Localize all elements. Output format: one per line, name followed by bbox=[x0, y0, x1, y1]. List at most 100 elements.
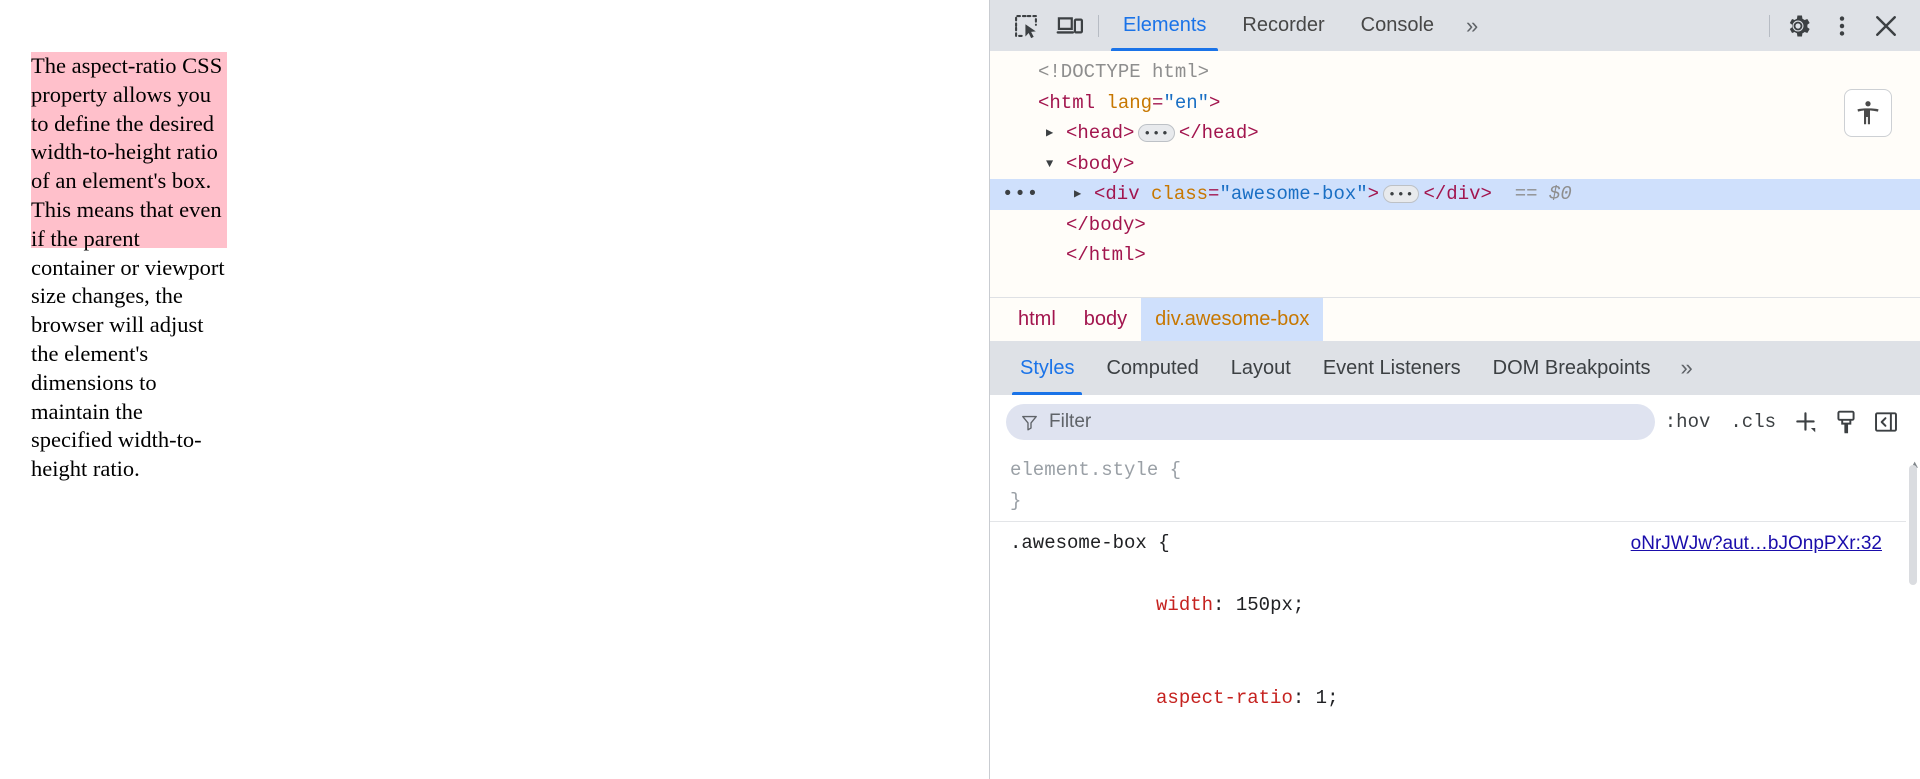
devtools-tab-strip: Elements Recorder Console » bbox=[1105, 0, 1492, 51]
tab-layout-label: Layout bbox=[1230, 356, 1291, 379]
div-class-attr: class bbox=[1151, 183, 1209, 205]
declaration-width-property: width bbox=[1156, 594, 1214, 616]
device-toolbar-icon[interactable] bbox=[1048, 4, 1092, 48]
dom-row-badge-icon[interactable]: ••• bbox=[1002, 179, 1039, 210]
expand-div-triangle-icon[interactable]: ▶ bbox=[1074, 188, 1090, 200]
element-classes-icon[interactable] bbox=[1826, 402, 1866, 442]
dom-tree: <!DOCTYPE html> <html lang = "en" > ▶ <head>… bbox=[990, 51, 1920, 297]
breadcrumb-div-label: div.awesome-box bbox=[1155, 308, 1310, 330]
tab-styles[interactable]: Styles bbox=[1004, 341, 1090, 395]
breadcrumb-item-body[interactable]: body bbox=[1070, 298, 1141, 342]
html-open-tag: <html bbox=[1038, 91, 1107, 114]
element-style-selector[interactable]: element.style { bbox=[990, 455, 1920, 486]
declaration-aspect-ratio-property: aspect-ratio bbox=[1156, 687, 1293, 709]
toggle-computed-sidebar-icon[interactable] bbox=[1866, 402, 1906, 442]
tab-styles-label: Styles bbox=[1020, 356, 1075, 379]
declaration-min-height[interactable]: min-height: 0; bbox=[990, 745, 1920, 779]
cls-label: .cls bbox=[1730, 411, 1776, 433]
declaration-aspect-ratio[interactable]: aspect-ratio: 1; bbox=[990, 652, 1920, 745]
dom-row-body[interactable]: ▼ <body> bbox=[990, 149, 1920, 180]
breadcrumb-html-label: html bbox=[1018, 308, 1056, 330]
tab-dom-breakpoints-label: DOM Breakpoints bbox=[1492, 356, 1651, 379]
tab-recorder[interactable]: Recorder bbox=[1224, 0, 1342, 51]
accessibility-icon[interactable] bbox=[1844, 89, 1892, 137]
breadcrumb-item-html[interactable]: html bbox=[1004, 298, 1070, 342]
tab-layout[interactable]: Layout bbox=[1215, 341, 1307, 395]
dom-row-head[interactable]: ▶ <head> ••• </head> bbox=[990, 118, 1920, 149]
collapse-body-triangle-icon[interactable]: ▼ bbox=[1046, 158, 1062, 170]
colon: : bbox=[1213, 594, 1236, 616]
body-close-tag: </body> bbox=[1066, 213, 1146, 236]
styles-tab-strip: Styles Computed Layout Event Listeners D… bbox=[990, 341, 1920, 395]
close-icon[interactable] bbox=[1864, 4, 1908, 48]
body-open-tag: <body> bbox=[1066, 152, 1135, 175]
div-open-tag-close: > bbox=[1367, 183, 1380, 205]
head-collapsed-ellipsis-icon[interactable]: ••• bbox=[1138, 124, 1175, 143]
rule-element-style: element.style { } bbox=[990, 455, 1920, 521]
rendered-page-pane: The aspect-ratio CSS property allows you… bbox=[0, 0, 990, 779]
declaration-width-value: 150px; bbox=[1235, 594, 1305, 616]
toggle-pseudo-states-button[interactable]: :hov bbox=[1655, 411, 1721, 433]
new-style-rule-icon[interactable] bbox=[1786, 402, 1826, 442]
tab-event-listeners[interactable]: Event Listeners bbox=[1307, 341, 1477, 395]
inspect-element-icon[interactable] bbox=[1004, 4, 1048, 48]
div-close-tag: </div> bbox=[1423, 183, 1492, 205]
breadcrumb: html body div.awesome-box bbox=[990, 297, 1920, 342]
head-close-tag: </head> bbox=[1178, 122, 1259, 144]
html-close-tag: </html> bbox=[1066, 244, 1146, 266]
tab-event-listeners-label: Event Listeners bbox=[1322, 356, 1461, 379]
tab-recorder-label: Recorder bbox=[1242, 14, 1325, 36]
page-content: The aspect-ratio CSS property allows you… bbox=[31, 52, 227, 481]
html-lang-attr: lang bbox=[1106, 91, 1153, 114]
more-options-icon[interactable] bbox=[1820, 4, 1864, 48]
tab-computed[interactable]: Computed bbox=[1090, 341, 1214, 395]
devtools-screenshot: The aspect-ratio CSS property allows you… bbox=[0, 0, 1920, 779]
breadcrumb-item-div-awesome-box[interactable]: div.awesome-box bbox=[1141, 297, 1324, 342]
styles-scrollbar-thumb[interactable] bbox=[1909, 465, 1917, 585]
equals: = bbox=[1208, 183, 1220, 205]
stylesheet-source-link[interactable]: oNrJWJw?aut…bJOnpPXr:32 bbox=[1631, 528, 1882, 559]
breadcrumb-body-label: body bbox=[1083, 308, 1128, 330]
declaration-width[interactable]: width: 150px; bbox=[990, 559, 1920, 652]
div-open-tag: <div bbox=[1094, 183, 1152, 205]
dom-row-html[interactable]: <html lang = "en" > bbox=[990, 88, 1920, 119]
hov-label: :hov bbox=[1664, 411, 1711, 433]
devtools-panel: Elements Recorder Console » <!DOCTYPE ht… bbox=[990, 0, 1920, 779]
selected-node-reference: == $0 bbox=[1491, 183, 1572, 205]
styles-filter-row: Filter :hov .cls bbox=[990, 395, 1920, 449]
tab-elements-label: Elements bbox=[1123, 14, 1207, 36]
expand-head-triangle-icon[interactable]: ▶ bbox=[1046, 127, 1062, 139]
colon: : bbox=[1292, 687, 1316, 709]
toolbar-divider-right bbox=[1769, 14, 1770, 37]
dom-row-html-close[interactable]: </html> bbox=[990, 240, 1920, 271]
div-collapsed-ellipsis-icon[interactable]: ••• bbox=[1383, 185, 1420, 204]
tab-dom-breakpoints[interactable]: DOM Breakpoints bbox=[1477, 341, 1667, 395]
awesome-box-element[interactable]: The aspect-ratio CSS property allows you… bbox=[31, 52, 227, 481]
dom-row-doctype[interactable]: <!DOCTYPE html> bbox=[990, 57, 1920, 88]
toolbar-divider bbox=[1098, 14, 1099, 37]
dom-row-awesome-box[interactable]: ••• ▶ <div class = "awesome-box" > ••• </div> =… bbox=[990, 179, 1920, 210]
filter-funnel-icon bbox=[1020, 413, 1039, 432]
element-style-close: } bbox=[1010, 490, 1022, 512]
devtools-toolbar: Elements Recorder Console » bbox=[990, 0, 1920, 51]
head-open-tag: <head> bbox=[1066, 122, 1135, 144]
html-lang-value: "en" bbox=[1163, 91, 1210, 114]
rule-awesome-box: .awesome-box { oNrJWJw?aut…bJOnpPXr:32 w… bbox=[990, 521, 1920, 779]
filter-placeholder-text: Filter bbox=[1049, 411, 1092, 432]
styles-scrollbar[interactable]: ▲ bbox=[1906, 449, 1920, 779]
more-tabs-chevron-icon[interactable]: » bbox=[1452, 0, 1492, 51]
gear-icon[interactable] bbox=[1776, 4, 1820, 48]
doctype-text: <!DOCTYPE html> bbox=[1038, 61, 1210, 83]
toggle-element-classes-button[interactable]: .cls bbox=[1720, 411, 1786, 433]
tab-elements[interactable]: Elements bbox=[1105, 0, 1224, 51]
html-open-tag-close: > bbox=[1209, 91, 1221, 114]
filter-input[interactable]: Filter bbox=[1006, 404, 1655, 440]
tab-console-label: Console bbox=[1360, 14, 1435, 36]
div-class-value: "awesome-box" bbox=[1219, 183, 1368, 205]
tab-console[interactable]: Console bbox=[1343, 0, 1452, 51]
declaration-aspect-ratio-value: 1; bbox=[1315, 687, 1339, 709]
tab-computed-label: Computed bbox=[1106, 356, 1199, 379]
more-styles-tabs-chevron-icon[interactable]: » bbox=[1667, 341, 1707, 395]
equals: = bbox=[1152, 91, 1164, 114]
dom-row-body-close[interactable]: </body> bbox=[990, 210, 1920, 241]
